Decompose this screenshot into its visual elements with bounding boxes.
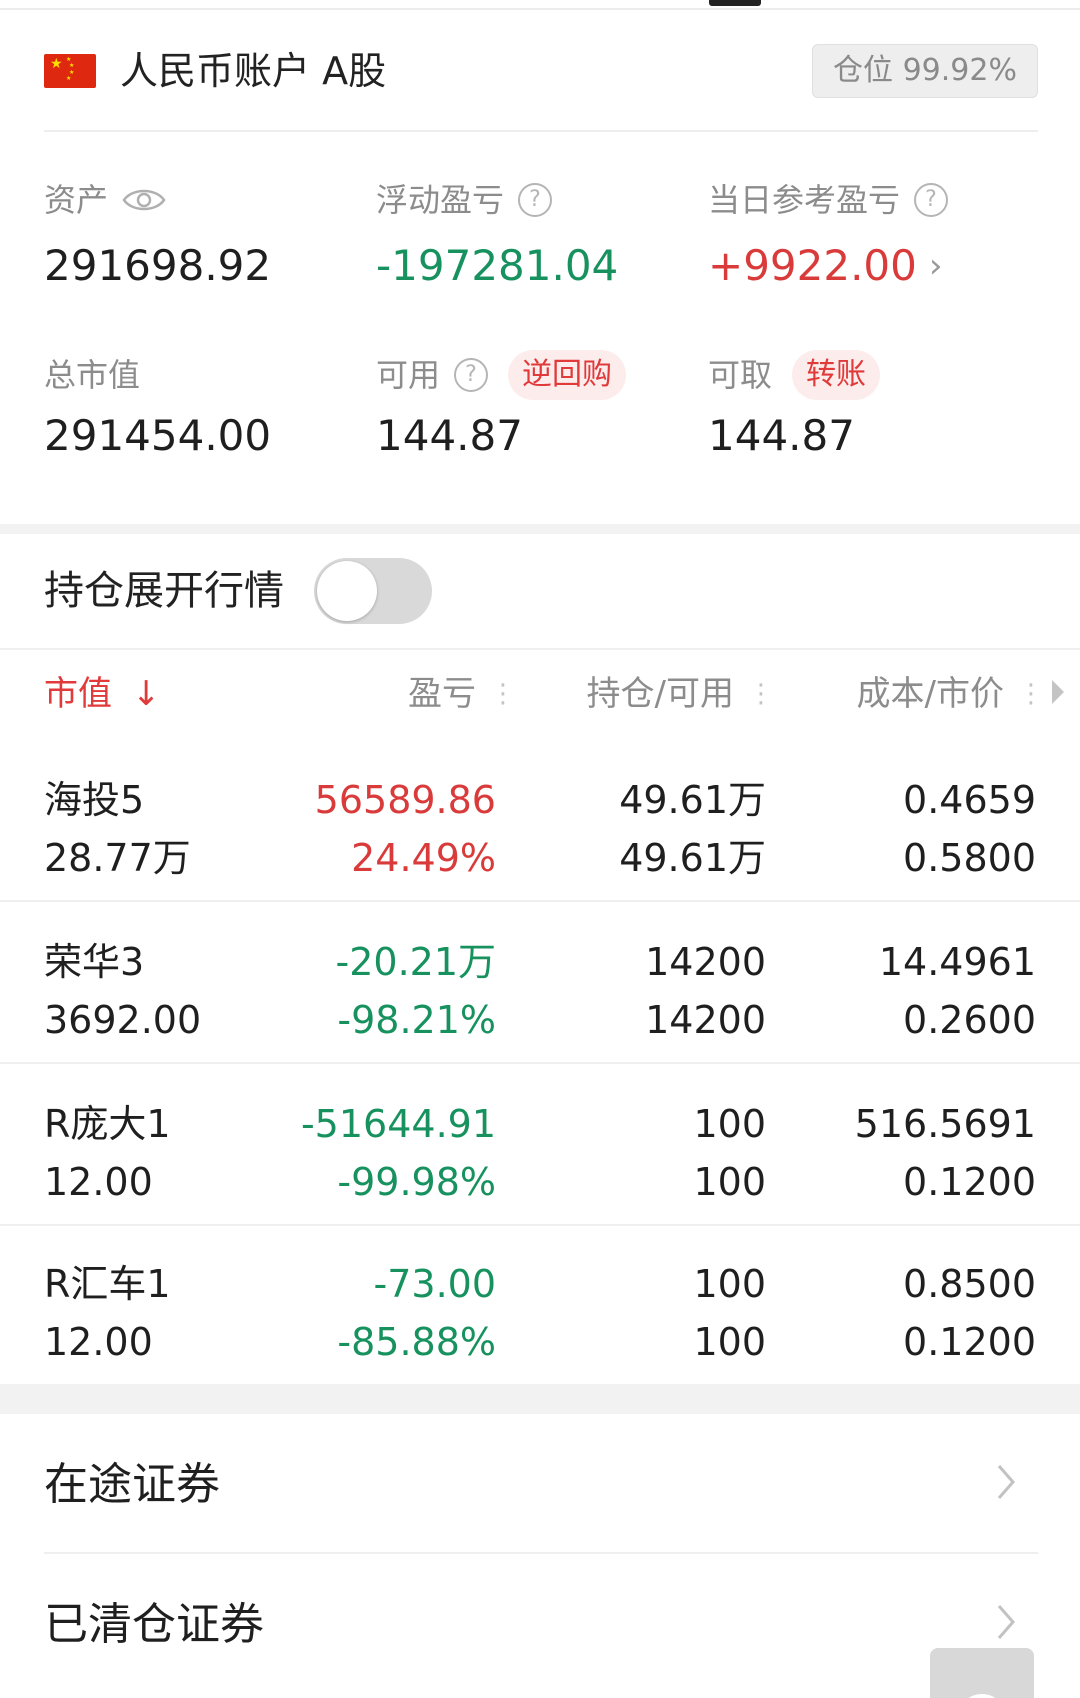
- in-transit-label: 在途证券: [44, 1459, 220, 1510]
- stock-price: 0.1200: [903, 1160, 1036, 1204]
- stock-pl-pct: -99.98%: [337, 1160, 496, 1204]
- floating-pl-stat: 浮动盈亏 ? -197281.04: [376, 180, 618, 292]
- stock-pl: 56589.86: [314, 778, 496, 822]
- stock-market-value: 3692.00: [44, 998, 202, 1042]
- stock-cost: 516.5691: [854, 1102, 1036, 1146]
- question-circle-icon[interactable]: ?: [454, 358, 489, 392]
- row-divider: [0, 648, 1080, 650]
- stock-avail: 100: [693, 1160, 766, 1204]
- stock-pl: -51644.91: [300, 1102, 496, 1146]
- chevron-right-icon: [997, 1465, 1015, 1499]
- daily-pl-stat[interactable]: 当日参考盈亏 ? +9922.00 ›: [708, 180, 949, 292]
- stock-market-value: 12.00: [44, 1160, 153, 1204]
- chevron-right-icon[interactable]: ›: [929, 246, 943, 286]
- floating-pl-value: -197281.04: [376, 241, 619, 290]
- cleared-label: 已清仓证券: [44, 1599, 264, 1650]
- stock-price: 0.5800: [903, 836, 1036, 880]
- in-transit-securities[interactable]: 在途证券: [0, 1414, 1080, 1552]
- transfer-button[interactable]: 转账: [792, 350, 881, 400]
- assets-stat: 资产 291698.92: [44, 180, 271, 292]
- header-cost-price: 成本/市价: [856, 674, 1004, 714]
- stock-pl-pct: -85.88%: [337, 1320, 496, 1364]
- stock-name: 荣华3: [44, 940, 145, 984]
- assets-label: 资产: [44, 181, 109, 219]
- top-divider: [0, 8, 1080, 10]
- stock-cost: 0.4659: [903, 778, 1036, 822]
- withdrawable-value: 144.87: [708, 411, 855, 460]
- available-value: 144.87: [376, 411, 523, 460]
- header-divider: [44, 130, 1038, 132]
- market-value-value: 291454.00: [44, 411, 272, 460]
- stock-market-value: 28.77万: [44, 836, 191, 880]
- header-hold-avail: 持仓/可用: [586, 674, 734, 714]
- stock-price: 0.1200: [903, 1320, 1036, 1364]
- available-label: 可用: [376, 356, 441, 394]
- row-divider: [0, 1224, 1080, 1226]
- stock-hold: 100: [693, 1102, 766, 1146]
- kebab-icon: ⋮: [748, 679, 774, 709]
- stock-name: 海投5: [44, 778, 145, 822]
- stock-avail: 100: [693, 1320, 766, 1364]
- header-market-value: 市值: [44, 674, 112, 714]
- daily-pl-label: 当日参考盈亏: [708, 181, 901, 219]
- account-header: ★ ★ ★ ★ ★ 人民币账户 A股 仓位 99.92%: [44, 40, 1038, 132]
- available-stat: 可用 ? 逆回购 144.87: [376, 350, 627, 462]
- position-badge: 仓位 99.92%: [812, 44, 1038, 98]
- stock-avail: 49.61万: [619, 836, 766, 880]
- stock-avail: 14200: [645, 998, 766, 1042]
- table-row[interactable]: R汇车1 12.00 -73.00 -85.88% 100 100 0.8500…: [0, 1232, 1080, 1392]
- sort-pl[interactable]: 盈亏 ⋮: [408, 672, 516, 716]
- chevron-right-icon: [997, 1605, 1015, 1639]
- stock-pl-pct: 24.49%: [351, 836, 496, 880]
- market-value-stat: 总市值 291454.00: [44, 350, 271, 462]
- refresh-icon: [968, 1694, 996, 1698]
- stock-hold: 14200: [645, 940, 766, 984]
- row-divider: [0, 1062, 1080, 1064]
- stock-hold: 49.61万: [619, 778, 766, 822]
- kebab-icon: ⋮: [490, 679, 516, 709]
- header-pl: 盈亏: [408, 674, 476, 714]
- section-separator: [0, 1384, 1080, 1414]
- scroll-right-icon[interactable]: [1052, 680, 1064, 704]
- cleared-securities[interactable]: 已清仓证券: [0, 1554, 1080, 1692]
- section-separator: [0, 524, 1080, 534]
- stock-pl: -20.21万: [335, 940, 497, 984]
- daily-pl-value: +9922.00: [708, 241, 917, 290]
- active-tab-indicator: [709, 0, 761, 6]
- table-row[interactable]: 荣华3 3692.00 -20.21万 -98.21% 14200 14200 …: [0, 910, 1080, 1070]
- arrow-down-icon: ↓: [132, 674, 161, 714]
- question-circle-icon[interactable]: ?: [914, 183, 949, 217]
- sort-cost-price[interactable]: 成本/市价 ⋮: [856, 672, 1044, 716]
- sort-market-value[interactable]: 市值 ↓: [44, 672, 161, 716]
- sort-hold-avail[interactable]: 持仓/可用 ⋮: [586, 672, 774, 716]
- eye-icon[interactable]: [122, 186, 166, 214]
- stock-name: R庞大1: [44, 1102, 171, 1146]
- stock-hold: 100: [693, 1262, 766, 1306]
- kebab-icon: ⋮: [1018, 679, 1044, 709]
- market-value-label: 总市值: [44, 356, 141, 394]
- stock-pl: -73.00: [373, 1262, 497, 1306]
- stock-market-value: 12.00: [44, 1320, 153, 1364]
- toggle-knob: [317, 561, 377, 621]
- china-flag-icon: ★ ★ ★ ★ ★: [44, 54, 96, 88]
- question-circle-icon[interactable]: ?: [518, 183, 553, 217]
- row-divider: [0, 900, 1080, 902]
- account-title: 人民币账户 A股: [120, 49, 387, 93]
- withdrawable-stat: 可取 转账 144.87: [708, 350, 881, 462]
- table-row[interactable]: 海投5 28.77万 56589.86 24.49% 49.61万 49.61万…: [0, 748, 1080, 908]
- stock-name: R汇车1: [44, 1262, 171, 1306]
- assets-value: 291698.92: [44, 241, 272, 290]
- withdrawable-label: 可取: [708, 356, 773, 394]
- reverse-repo-button[interactable]: 逆回购: [508, 350, 627, 400]
- stock-cost: 14.4961: [878, 940, 1036, 984]
- stock-cost: 0.8500: [903, 1262, 1036, 1306]
- stock-price: 0.2600: [903, 998, 1036, 1042]
- expand-quotes-toggle[interactable]: [314, 558, 432, 624]
- stock-pl-pct: -98.21%: [337, 998, 496, 1042]
- table-row[interactable]: R庞大1 12.00 -51644.91 -99.98% 100 100 516…: [0, 1072, 1080, 1232]
- floating-refresh-button[interactable]: [930, 1648, 1034, 1698]
- expand-quotes-label: 持仓展开行情: [44, 568, 284, 614]
- floating-pl-label: 浮动盈亏: [376, 181, 505, 219]
